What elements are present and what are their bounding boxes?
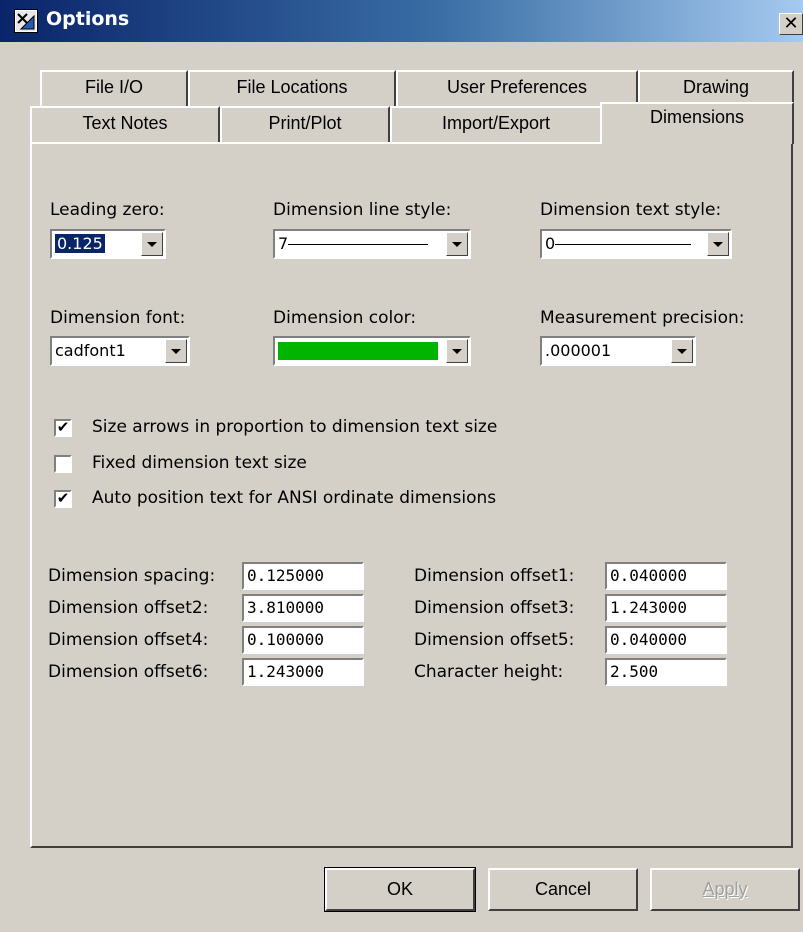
tab-user-preferences[interactable]: User Preferences — [396, 70, 638, 106]
color-swatch — [278, 342, 438, 360]
chevron-down-icon[interactable] — [141, 232, 163, 256]
cancel-button[interactable]: Cancel — [488, 868, 638, 911]
precision-dropdown[interactable]: .000001 — [540, 336, 696, 366]
chevron-down-icon[interactable] — [446, 339, 468, 363]
line-style-dropdown[interactable]: 7 — [273, 229, 471, 259]
tab-dimensions[interactable]: Dimensions — [600, 102, 794, 144]
dimension-offset6-input[interactable]: 1.243000 — [242, 658, 364, 686]
close-icon[interactable]: ✕ — [779, 13, 803, 35]
chevron-down-icon[interactable] — [165, 339, 187, 363]
size-arrows-label: Size arrows in proportion to dimension t… — [92, 417, 498, 437]
dimension-spacing-input[interactable]: 0.125000 — [242, 562, 364, 590]
dimension-offset4-input[interactable]: 0.100000 — [242, 626, 364, 654]
text-style-value: 0 — [545, 234, 556, 253]
line-sample — [555, 244, 692, 245]
chevron-down-icon[interactable] — [446, 232, 468, 256]
dimension-offset5-input[interactable]: 0.040000 — [605, 626, 727, 654]
dimension-offset4-label: Dimension offset4: — [48, 630, 209, 650]
leading-zero-value: 0.125 — [54, 233, 106, 254]
options-dialog: Options ✕ File I/O File Locations User P… — [0, 0, 803, 932]
dimension-offset3-input[interactable]: 1.243000 — [605, 594, 727, 622]
dimension-offset6-label: Dimension offset6: — [48, 662, 209, 682]
app-icon — [14, 9, 38, 33]
color-dropdown[interactable] — [273, 336, 471, 366]
size-arrows-checkbox[interactable]: ✔ — [54, 419, 72, 437]
tab-drawing[interactable]: Drawing — [638, 70, 794, 106]
font-value: cadfont1 — [55, 341, 126, 360]
tab-file-locations[interactable]: File Locations — [188, 70, 396, 106]
tab-import-export[interactable]: Import/Export — [390, 106, 602, 142]
fixed-text-size-checkbox[interactable] — [54, 455, 72, 473]
dimension-offset1-label: Dimension offset1: — [414, 566, 575, 586]
window-title: Options — [46, 8, 130, 30]
tab-print-plot[interactable]: Print/Plot — [220, 106, 390, 142]
leading-zero-dropdown[interactable]: 0.125 — [50, 229, 166, 259]
font-label: Dimension font: — [50, 308, 186, 328]
character-height-input[interactable]: 2.500 — [605, 658, 727, 686]
dimension-offset2-label: Dimension offset2: — [48, 598, 209, 618]
chevron-down-icon[interactable] — [707, 232, 729, 256]
leading-zero-label: Leading zero: — [50, 200, 165, 220]
color-label: Dimension color: — [273, 308, 417, 328]
dimension-spacing-label: Dimension spacing: — [48, 566, 216, 586]
auto-position-label: Auto position text for ANSI ordinate dim… — [92, 488, 497, 508]
dimension-offset3-label: Dimension offset3: — [414, 598, 575, 618]
line-style-label: Dimension line style: — [273, 200, 452, 220]
dimension-offset5-label: Dimension offset5: — [414, 630, 575, 650]
tab-file-io[interactable]: File I/O — [40, 70, 188, 106]
line-style-value: 7 — [278, 234, 289, 253]
font-dropdown[interactable]: cadfont1 — [50, 336, 190, 366]
apply-button[interactable]: Apply — [650, 868, 800, 911]
text-style-dropdown[interactable]: 0 — [540, 229, 732, 259]
character-height-label: Character height: — [414, 662, 564, 682]
text-style-label: Dimension text style: — [540, 200, 722, 220]
precision-value: .000001 — [545, 341, 612, 360]
tab-text-notes[interactable]: Text Notes — [30, 106, 220, 142]
precision-label: Measurement precision: — [540, 308, 745, 328]
auto-position-checkbox[interactable]: ✔ — [54, 490, 72, 508]
dimension-offset1-input[interactable]: 0.040000 — [605, 562, 727, 590]
ok-button[interactable]: OK — [324, 867, 476, 912]
chevron-down-icon[interactable] — [671, 339, 693, 363]
title-bar[interactable]: Options ✕ — [0, 0, 803, 42]
dimension-offset2-input[interactable]: 3.810000 — [242, 594, 364, 622]
fixed-text-size-label: Fixed dimension text size — [92, 453, 307, 473]
line-sample — [288, 244, 429, 245]
